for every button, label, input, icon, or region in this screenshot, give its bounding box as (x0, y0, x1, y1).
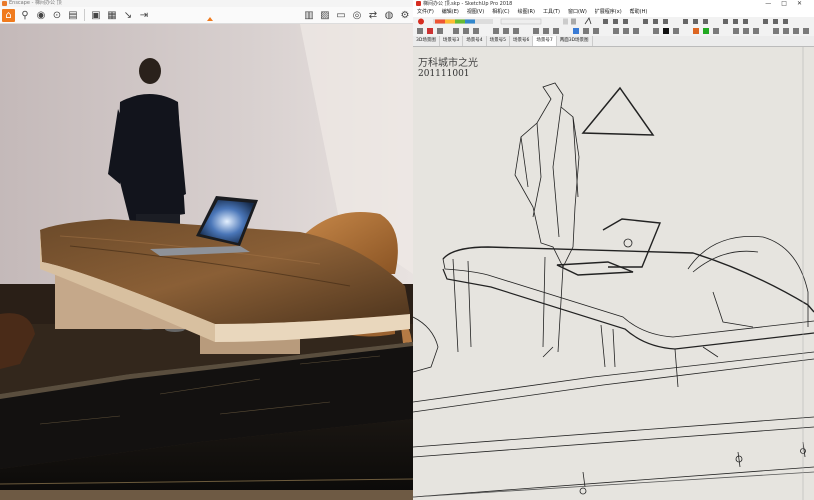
sketchup-logo-icon (416, 1, 421, 6)
home-icon[interactable]: ⌂ (2, 8, 15, 22)
scene-tab[interactable]: 场景号5 (487, 36, 510, 46)
scene-tabs: 3D场景图 场景号3 场景号4 场景号5 场景号6 场景号7 两面3D场景图 (413, 36, 814, 47)
enscape-title-bar: Enscape - 梯间办公 顶 (0, 0, 413, 7)
collapse-arrow-icon[interactable] (207, 17, 213, 21)
visual-settings-icon[interactable]: ◍ (383, 9, 395, 21)
menu-view[interactable]: 视图(V) (463, 8, 488, 17)
enscape-render-viewport[interactable] (0, 24, 413, 500)
sketchup-window: 梯间办公 顶.skp - SketchUp Pro 2018 —□✕ 文件(F)… (413, 0, 814, 500)
video-editor-icon[interactable]: ▭ (335, 9, 347, 21)
camera-icon[interactable]: ◉ (35, 9, 47, 21)
image-icon[interactable]: ▨ (319, 9, 331, 21)
sketchup-window-title: 梯间办公 顶.skp - SketchUp Pro 2018 (423, 1, 513, 7)
screenshot-icon[interactable]: ▣ (90, 9, 102, 21)
enscape-logo-icon (2, 1, 7, 6)
gear-icon[interactable]: ⚙ (399, 9, 411, 21)
enscape-window: Enscape - 梯间办公 顶 ⌂ ⚲ ◉ ⊙ ▤ ▣ ▦ ↘ ⇥ ▥ ▨ ▭… (0, 0, 413, 500)
menu-edit[interactable]: 编辑(E) (438, 8, 463, 17)
minimize-button[interactable]: — (765, 0, 781, 7)
scene-tab-active[interactable]: 场景号7 (533, 36, 557, 46)
layers-icon[interactable]: ▦ (106, 9, 118, 21)
sketchup-title-bar: 梯间办公 顶.skp - SketchUp Pro 2018 —□✕ (413, 0, 814, 8)
enscape-toolbar: ⌂ ⚲ ◉ ⊙ ▤ ▣ ▦ ↘ ⇥ ▥ ▨ ▭ ◎ ⇄ ◍ ⚙ (0, 7, 413, 24)
sketchup-viewport[interactable]: 万科城市之光 201111001 (413, 47, 814, 500)
asset-library-icon[interactable]: ⚲ (19, 9, 31, 21)
menu-camera[interactable]: 相机(C) (488, 8, 513, 17)
menu-tools[interactable]: 工具(T) (539, 8, 564, 17)
enscape-window-title: Enscape - 梯间办公 顶 (9, 0, 62, 6)
scene-tab[interactable]: 3D场景图 (413, 36, 440, 46)
arrow-icon[interactable]: ↘ (122, 9, 134, 21)
model-wireframe (413, 47, 814, 500)
scene-tab[interactable]: 两面3D场景图 (557, 36, 593, 46)
panorama-icon[interactable]: ⊙ (51, 9, 63, 21)
render-icon[interactable]: ▥ (303, 9, 315, 21)
close-button[interactable]: ✕ (797, 0, 812, 7)
scene-tab[interactable]: 场景号3 (440, 36, 464, 46)
menu-draw[interactable]: 绘图(R) (514, 8, 539, 17)
menu-bar: 文件(F) 编辑(E) 视图(V) 相机(C) 绘图(R) 工具(T) 窗口(W… (413, 8, 814, 17)
viewport-label-number: 201111001 (418, 69, 470, 79)
menu-help[interactable]: 帮助(H) (626, 8, 652, 17)
settings-icon[interactable]: ◎ (351, 9, 363, 21)
scene-tab[interactable]: 场景号4 (463, 36, 487, 46)
viewport-label-name: 万科城市之光 (418, 58, 478, 69)
toolbar-divider (84, 9, 85, 21)
menu-extensions[interactable]: 扩展程序(x) (591, 8, 626, 17)
sync-icon[interactable]: ⇄ (367, 9, 379, 21)
export-icon[interactable]: ⇥ (138, 9, 150, 21)
window-controls: —□✕ (765, 0, 812, 8)
scene-tab[interactable]: 场景号6 (510, 36, 534, 46)
menu-file[interactable]: 文件(F) (413, 8, 438, 17)
menu-window[interactable]: 窗口(W) (564, 8, 591, 17)
video-icon[interactable]: ▤ (67, 9, 79, 21)
maximize-button[interactable]: □ (781, 0, 797, 7)
